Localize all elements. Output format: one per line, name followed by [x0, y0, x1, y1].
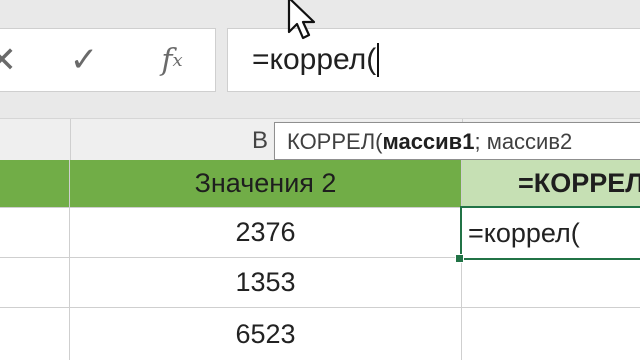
- cell-a-header[interactable]: [0, 160, 70, 208]
- cell-a1[interactable]: [0, 208, 70, 258]
- column-separator[interactable]: [70, 119, 71, 161]
- worksheet-grid: Значения 2 =КОРРЕЛ 2376 =коррел( 1353 65…: [0, 160, 640, 360]
- cell-b-header[interactable]: Значения 2: [70, 160, 462, 208]
- mouse-cursor-icon: [287, 0, 316, 40]
- cell-b3[interactable]: 6523: [70, 308, 462, 360]
- text-caret: [377, 43, 380, 77]
- insert-function-icon[interactable]: fx: [150, 41, 194, 79]
- fx-label: f: [161, 42, 173, 78]
- formula-bar-buttons: ✕ ✓ fx: [0, 28, 216, 92]
- cell-b1[interactable]: 2376: [70, 208, 462, 258]
- cancel-icon[interactable]: ✕: [0, 39, 20, 80]
- tooltip-function: КОРРЕЛ(: [287, 129, 383, 154]
- function-tooltip[interactable]: КОРРЕЛ(массив1; массив2: [274, 122, 640, 160]
- active-cell[interactable]: =коррел(: [460, 206, 640, 260]
- tooltip-separator: ;: [474, 129, 487, 154]
- checkmark-icon[interactable]: ✓: [64, 41, 104, 79]
- formula-text: =коррел(: [252, 43, 377, 76]
- formula-text-wrapper: =коррел(: [252, 43, 380, 77]
- fill-handle[interactable]: [455, 254, 464, 263]
- cell-c3[interactable]: [462, 308, 640, 360]
- column-header-b[interactable]: B: [252, 127, 268, 155]
- fx-sub: x: [172, 49, 183, 71]
- cell-a3[interactable]: [0, 308, 70, 360]
- cell-a2[interactable]: [0, 258, 70, 308]
- cell-b2[interactable]: 1353: [70, 258, 462, 308]
- tooltip-arg2[interactable]: массив2: [487, 129, 573, 154]
- cell-c2[interactable]: [462, 258, 640, 308]
- cell-c-header[interactable]: =КОРРЕЛ: [462, 160, 640, 208]
- tooltip-arg1[interactable]: массив1: [382, 129, 474, 154]
